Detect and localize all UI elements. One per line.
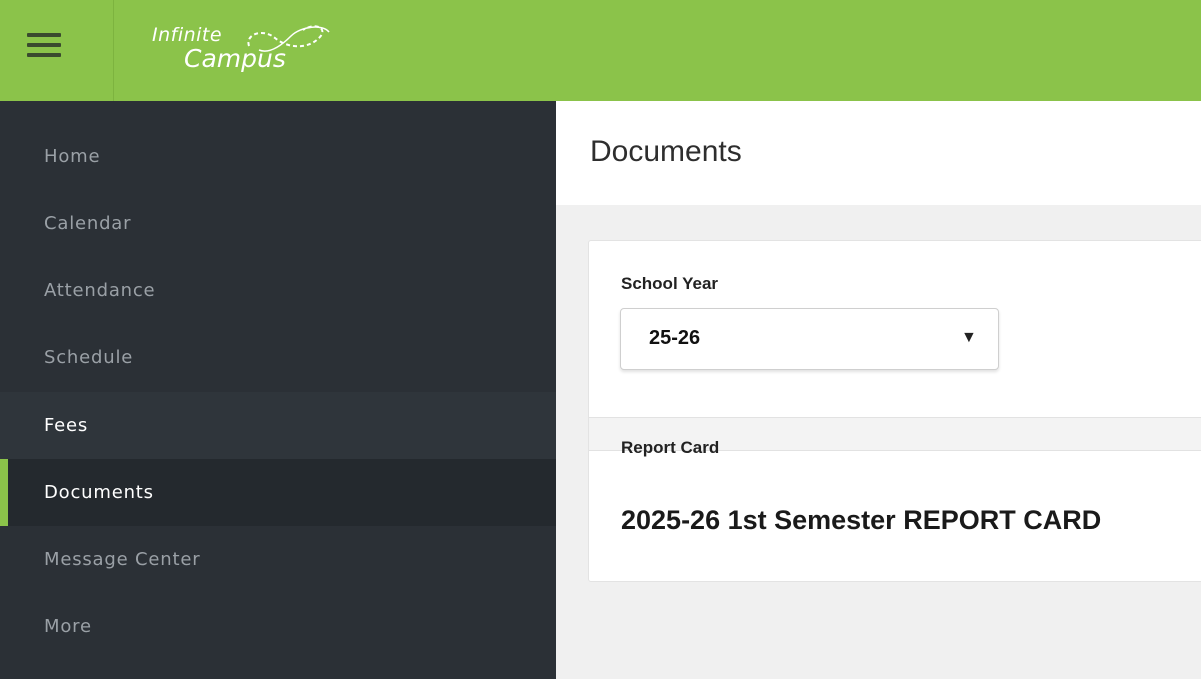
report-card-document-link[interactable]: 2025-26 1st Semester REPORT CARD <box>621 505 1101 536</box>
caret-down-icon: ▼ <box>961 329 977 346</box>
top-bar: Infinite Campus <box>0 0 1201 101</box>
page-header: Documents <box>556 101 1201 205</box>
hamburger-menu-icon <box>27 32 61 57</box>
sidebar-item-more[interactable]: More <box>0 593 556 660</box>
menu-button[interactable] <box>0 0 114 101</box>
sidebar-item-calendar[interactable]: Calendar <box>0 190 556 257</box>
documents-card: School Year 25-26 ▼ Report Card 2025-26 … <box>588 240 1201 582</box>
sidebar-item-fees[interactable]: Fees <box>0 392 556 459</box>
sidebar-item-message-center[interactable]: Message Center <box>0 526 556 593</box>
sidebar-nav: Home Calendar Attendance Schedule Fees D… <box>0 101 556 679</box>
sidebar-item-documents[interactable]: Documents <box>0 459 556 526</box>
infinity-swoosh-icon <box>247 25 330 52</box>
sidebar-item-label: Message Center <box>44 549 201 570</box>
sidebar-item-label: Home <box>44 146 101 167</box>
report-card-section-header: Report Card <box>589 417 1201 457</box>
sidebar-item-attendance[interactable]: Attendance <box>0 257 556 324</box>
sidebar-item-label: More <box>44 616 92 637</box>
report-card-section-label: Report Card <box>621 438 720 457</box>
school-year-value: 25-26 <box>649 327 701 349</box>
main-content: Documents School Year 25-26 ▼ Report Car… <box>556 101 1201 679</box>
page-title: Documents <box>590 135 742 168</box>
sidebar-item-home[interactable]: Home <box>0 123 556 190</box>
logo-text-line1: Infinite <box>152 24 223 46</box>
school-year-label: School Year <box>621 274 719 293</box>
infinite-campus-logo[interactable]: Infinite Campus <box>150 18 350 82</box>
sidebar-item-label: Attendance <box>44 280 156 301</box>
sidebar-item-label: Fees <box>44 415 89 436</box>
school-year-select[interactable]: 25-26 ▼ <box>620 308 999 370</box>
sidebar-item-label: Documents <box>44 482 154 503</box>
sidebar-item-schedule[interactable]: Schedule <box>0 324 556 391</box>
sidebar-item-label: Schedule <box>44 347 134 368</box>
sidebar-item-label: Calendar <box>44 213 132 234</box>
